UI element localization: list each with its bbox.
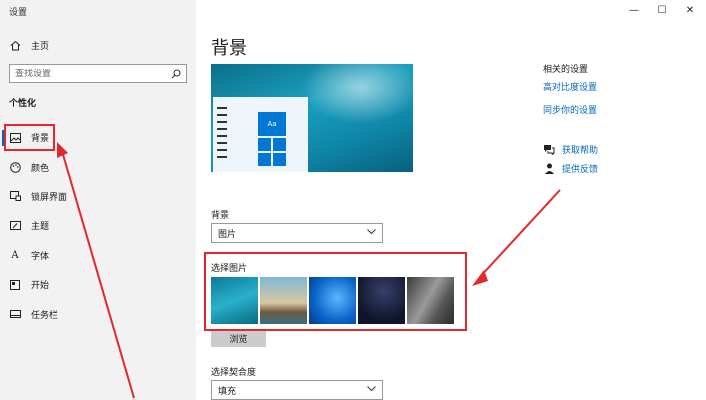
- taskbar-icon: [9, 308, 21, 320]
- sidebar-item-label: 主题: [31, 222, 50, 233]
- sidebar-item-fonts[interactable]: A 字体: [0, 241, 196, 270]
- sidebar-item-lock-screen[interactable]: 锁屏界面: [0, 182, 196, 211]
- lock-screen-icon: [9, 190, 21, 202]
- search-input[interactable]: [15, 68, 171, 79]
- home-label: 主页: [31, 41, 50, 52]
- fit-label: 选择契合度: [211, 368, 257, 378]
- sidebar-item-taskbar[interactable]: 任务栏: [0, 299, 196, 328]
- section-title: 个性化: [9, 99, 37, 109]
- sync-settings-link[interactable]: 同步你的设置: [543, 103, 597, 116]
- high-contrast-link[interactable]: 高对比度设置: [543, 80, 597, 93]
- fit-select[interactable]: 填充: [211, 380, 383, 400]
- home-icon: [9, 39, 21, 51]
- background-type-value: 图片: [218, 229, 237, 240]
- feedback-link[interactable]: 提供反馈: [543, 162, 598, 175]
- home-link[interactable]: 主页: [9, 38, 49, 52]
- sidebar-item-label: 字体: [31, 251, 50, 262]
- minimize-button[interactable]: —: [619, 0, 649, 20]
- page-title: 背景: [211, 38, 247, 59]
- help-chat-icon: [543, 144, 555, 156]
- feedback-label: 提供反馈: [562, 165, 599, 175]
- theme-icon: [9, 220, 21, 232]
- feedback-icon: [543, 163, 555, 175]
- sidebar-item-colors[interactable]: 颜色: [0, 152, 196, 181]
- preview-start-menu: Aa: [213, 97, 308, 172]
- search-icon[interactable]: [171, 64, 181, 83]
- sidebar: 设置 主页 个性化 背景 颜色 锁屏界面: [0, 0, 196, 400]
- sidebar-item-label: 开始: [31, 281, 50, 292]
- background-preview: Aa: [211, 64, 413, 172]
- related-settings-title: 相关的设置: [543, 65, 589, 75]
- font-icon: A: [11, 249, 19, 261]
- chevron-down-icon: [367, 385, 376, 395]
- palette-icon: [9, 161, 21, 173]
- start-icon: [9, 279, 21, 291]
- browse-button[interactable]: 浏览: [211, 330, 266, 347]
- preview-light: [301, 64, 413, 124]
- preview-tile: Aa: [258, 112, 286, 136]
- maximize-button[interactable]: ☐: [647, 0, 677, 20]
- chevron-down-icon: [367, 228, 376, 238]
- search-box[interactable]: [9, 64, 187, 83]
- fit-value: 填充: [218, 386, 237, 397]
- sidebar-item-label: 颜色: [31, 163, 50, 174]
- sidebar-item-label: 锁屏界面: [31, 192, 68, 203]
- background-label: 背景: [211, 211, 230, 221]
- highlight-box-choose-picture: [204, 252, 467, 331]
- sidebar-item-start[interactable]: 开始: [0, 270, 196, 299]
- sidebar-item-label: 任务栏: [31, 310, 59, 321]
- background-type-select[interactable]: 图片: [211, 223, 383, 243]
- main-content: — ☐ ✕ 背景 Aa 背景 图片 选择图片 浏览 选择契合度 填充 相关的设置…: [196, 0, 706, 400]
- app-title: 设置: [9, 8, 28, 18]
- get-help-link[interactable]: 获取帮助: [543, 143, 598, 156]
- sidebar-nav: 背景 颜色 锁屏界面 主题 A 字体 开始 任务栏: [0, 123, 196, 329]
- get-help-label: 获取帮助: [562, 146, 599, 156]
- highlight-box-background-item: [4, 124, 55, 151]
- close-button[interactable]: ✕: [675, 0, 705, 20]
- sidebar-item-themes[interactable]: 主题: [0, 211, 196, 240]
